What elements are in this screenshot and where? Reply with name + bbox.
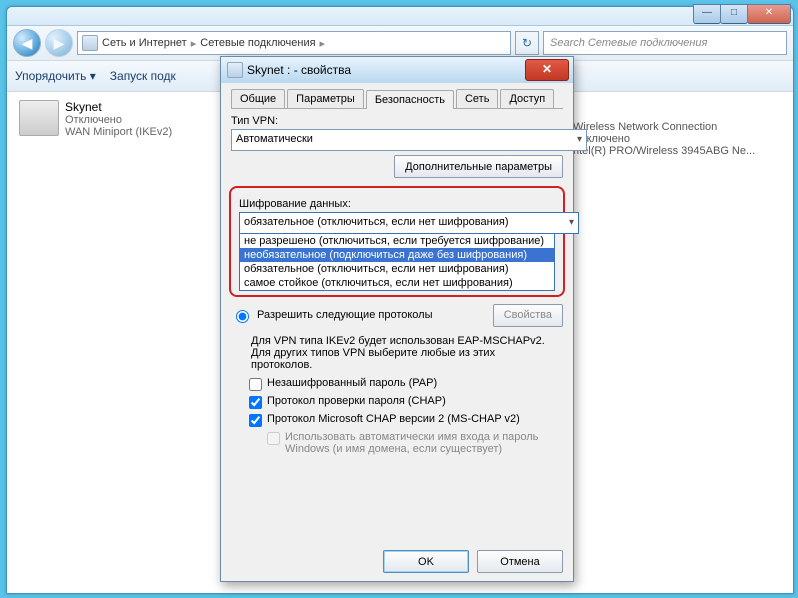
allow-protocols-radio[interactable]: Разрешить следующие протоколы	[231, 307, 433, 323]
refresh-button[interactable]: ↻	[515, 31, 539, 55]
dialog-titlebar: Skynet : - свойства ✕	[221, 57, 573, 83]
allow-protocols-radio-input[interactable]	[236, 310, 249, 323]
dialog-footer: OK Отмена	[383, 550, 563, 573]
nav-forward-button[interactable]: ▶	[45, 29, 73, 57]
connection-icon	[19, 100, 59, 136]
organize-button[interactable]: Упорядочить ▾	[15, 69, 96, 83]
breadcrumb[interactable]: Сеть и Интернет ▸ Сетевые подключения ▸	[77, 31, 511, 55]
properties-button[interactable]: Свойства	[493, 304, 563, 327]
checkbox-auto-credentials: Использовать автоматически имя входа и п…	[267, 431, 563, 455]
encryption-option[interactable]: не разрешено (отключиться, если требуетс…	[240, 234, 554, 248]
advanced-params-button[interactable]: Дополнительные параметры	[394, 155, 563, 178]
checkbox-chap-label: Протокол проверки пароля (CHAP)	[267, 395, 446, 407]
checkbox-auto-credentials-input	[267, 432, 280, 445]
checkbox-mschap[interactable]: Протокол Microsoft CHAP версии 2 (MS-CHA…	[249, 413, 563, 427]
close-button[interactable]: ✕	[747, 4, 791, 24]
connection-device: WAN Miniport (IKEv2)	[65, 126, 172, 138]
chevron-right-icon: ▸	[320, 37, 326, 50]
dialog-sys-icon	[227, 62, 243, 78]
tab-options[interactable]: Параметры	[287, 89, 364, 108]
properties-dialog: Skynet : - свойства ✕ Общие Параметры Бе…	[220, 56, 574, 582]
dialog-body: Общие Параметры Безопасность Сеть Доступ…	[221, 83, 573, 463]
connection-status: Отключено	[65, 114, 172, 126]
explorer-titlebar: — □ ✕	[7, 7, 793, 26]
nav-back-button[interactable]: ◀	[13, 29, 41, 57]
connection-name: Wireless Network Connection	[573, 121, 773, 133]
encryption-combo[interactable]: обязательное (отключиться, если нет шифр…	[239, 212, 579, 234]
encryption-option[interactable]: обязательное (отключиться, если нет шифр…	[240, 262, 554, 276]
cancel-button[interactable]: Отмена	[477, 550, 563, 573]
tab-general[interactable]: Общие	[231, 89, 285, 108]
checkbox-pap-label: Незашифрованный пароль (PAP)	[267, 377, 437, 389]
ok-button[interactable]: OK	[383, 550, 469, 573]
vpn-note-text: Для VPN типа IKEv2 будет использован EAP…	[251, 335, 559, 371]
dialog-title: Skynet : - свойства	[247, 63, 351, 77]
connection-item-wireless[interactable]: Wireless Network Connection Отключено nt…	[573, 121, 773, 157]
minimize-button[interactable]: —	[693, 4, 721, 24]
checkbox-pap[interactable]: Незашифрованный пароль (PAP)	[249, 377, 563, 391]
checkbox-pap-input[interactable]	[249, 378, 262, 391]
start-connection-button[interactable]: Запуск подк	[110, 69, 176, 83]
vpn-type-combo[interactable]: Автоматически	[231, 129, 587, 151]
connection-device: ntel(R) PRO/Wireless 3945ABG Ne...	[573, 145, 773, 157]
window-buttons: — □ ✕	[694, 4, 791, 24]
encryption-option-selected[interactable]: необязательное (подключиться даже без ши…	[240, 248, 554, 262]
network-icon	[82, 35, 98, 51]
tab-network[interactable]: Сеть	[456, 89, 498, 108]
search-input[interactable]: Search Сетевые подключения	[543, 31, 787, 55]
checkbox-mschap-label: Протокол Microsoft CHAP версии 2 (MS-CHA…	[267, 413, 520, 425]
encryption-highlight-box: Шифрование данных: обязательное (отключи…	[229, 186, 565, 297]
checkbox-mschap-input[interactable]	[249, 414, 262, 427]
breadcrumb-seg1[interactable]: Сеть и Интернет	[102, 37, 187, 49]
checkbox-chap[interactable]: Протокол проверки пароля (CHAP)	[249, 395, 563, 409]
maximize-button[interactable]: □	[720, 4, 748, 24]
connection-status: Отключено	[573, 133, 773, 145]
allow-protocols-label: Разрешить следующие протоколы	[257, 309, 433, 321]
checkbox-chap-input[interactable]	[249, 396, 262, 409]
dialog-close-button[interactable]: ✕	[525, 59, 569, 81]
vpn-type-label: Тип VPN:	[231, 115, 563, 127]
chevron-right-icon: ▸	[191, 37, 197, 50]
encryption-option[interactable]: самое стойкое (отключиться, если нет шиф…	[240, 276, 554, 290]
breadcrumb-seg2[interactable]: Сетевые подключения	[200, 37, 315, 49]
encryption-dropdown-list: не разрешено (отключиться, если требуетс…	[239, 233, 555, 291]
connection-name: Skynet	[65, 100, 172, 114]
tab-security[interactable]: Безопасность	[366, 90, 454, 109]
checkbox-auto-credentials-label: Использовать автоматически имя входа и п…	[285, 431, 563, 455]
tab-strip: Общие Параметры Безопасность Сеть Доступ	[231, 89, 563, 109]
encryption-label: Шифрование данных:	[239, 198, 555, 210]
tab-access[interactable]: Доступ	[500, 89, 554, 108]
